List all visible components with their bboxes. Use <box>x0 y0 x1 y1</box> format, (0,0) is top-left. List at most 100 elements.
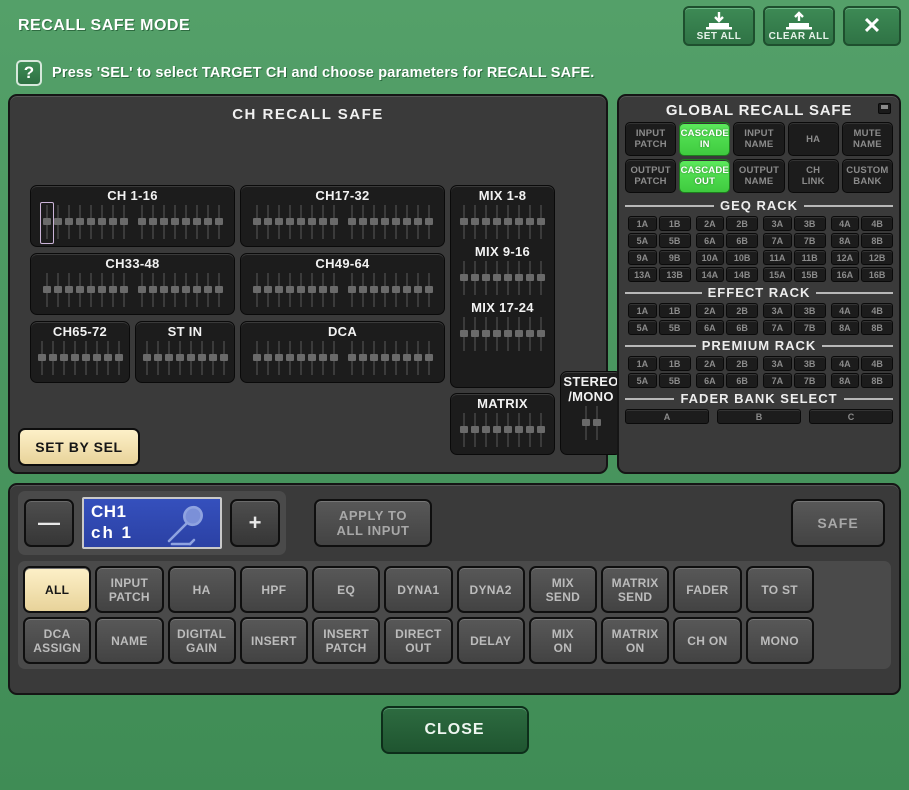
param-input-patch[interactable]: INPUT PATCH <box>95 566 164 613</box>
param-to-st[interactable]: TO ST <box>745 566 814 613</box>
fader[interactable] <box>492 413 503 447</box>
ch-group-dca[interactable]: DCA <box>240 321 445 383</box>
fader[interactable] <box>481 413 492 447</box>
geq-slot-8b[interactable]: 8B <box>861 233 893 248</box>
fader[interactable] <box>306 341 317 375</box>
fader[interactable] <box>503 317 514 351</box>
param-matrix-send[interactable]: MATRIX SEND <box>601 566 670 613</box>
fader[interactable] <box>107 273 118 307</box>
global-safe-output-patch[interactable]: OUTPUT PATCH <box>625 159 677 193</box>
fader[interactable] <box>412 205 423 239</box>
fader[interactable] <box>503 413 514 447</box>
ch-group-ch17-32[interactable]: CH17-32 <box>240 185 445 247</box>
geq-slot-10b[interactable]: 10B <box>726 250 758 265</box>
fader[interactable] <box>379 273 390 307</box>
fader[interactable] <box>213 273 224 307</box>
fader[interactable] <box>423 273 434 307</box>
fader[interactable] <box>459 205 470 239</box>
param-ha[interactable]: HA <box>167 566 236 613</box>
effect-slot-2a[interactable]: 2A <box>695 303 725 318</box>
fader[interactable] <box>368 205 379 239</box>
geq-slot-15b[interactable]: 15B <box>793 267 826 282</box>
fader[interactable] <box>423 341 434 375</box>
global-safe-ch-link[interactable]: CH LINK <box>787 159 839 193</box>
fader[interactable] <box>295 273 306 307</box>
fader[interactable] <box>379 341 390 375</box>
geq-slot-15a[interactable]: 15A <box>763 267 792 282</box>
ch-group-mix-9-16[interactable]: MIX 9-16 <box>451 242 554 298</box>
geq-slot-6b[interactable]: 6B <box>726 233 758 248</box>
geq-slot-16b[interactable]: 16B <box>861 267 893 282</box>
fader[interactable] <box>273 205 284 239</box>
param-insert[interactable]: INSERT <box>239 617 308 664</box>
fader[interactable] <box>141 341 152 375</box>
close-button[interactable]: CLOSE <box>380 706 529 754</box>
ch-group-ch65-72[interactable]: CH65-72 <box>30 321 130 383</box>
param-mix-send[interactable]: MIX SEND <box>528 566 597 613</box>
geq-slot-3a[interactable]: 3A <box>763 216 792 231</box>
fader[interactable] <box>284 205 295 239</box>
ch-group-ch33-48[interactable]: CH33-48 <box>30 253 235 315</box>
geq-slot-4a[interactable]: 4A <box>830 216 860 231</box>
effect-slot-7b[interactable]: 7B <box>793 320 826 335</box>
fader[interactable] <box>262 205 273 239</box>
fader[interactable] <box>368 341 379 375</box>
fader[interactable] <box>514 413 525 447</box>
fader[interactable] <box>63 273 74 307</box>
geq-slot-7b[interactable]: 7B <box>793 233 826 248</box>
geq-slot-12a[interactable]: 12A <box>830 250 860 265</box>
premium-slot-5a[interactable]: 5A <box>628 373 657 388</box>
effect-slot-7a[interactable]: 7A <box>763 320 792 335</box>
fader[interactable] <box>273 341 284 375</box>
global-safe-cascade-out[interactable]: CASCADE OUT <box>679 159 731 193</box>
fader[interactable] <box>346 205 357 239</box>
fader[interactable] <box>401 341 412 375</box>
fader[interactable] <box>262 273 273 307</box>
premium-slot-1a[interactable]: 1A <box>628 356 657 371</box>
fader[interactable] <box>470 413 481 447</box>
fader[interactable] <box>180 273 191 307</box>
fader[interactable] <box>357 273 368 307</box>
fader[interactable] <box>481 317 492 351</box>
fader[interactable] <box>136 205 147 239</box>
fader[interactable] <box>118 205 129 239</box>
fader[interactable] <box>85 273 96 307</box>
effect-slot-4a[interactable]: 4A <box>830 303 860 318</box>
premium-slot-3b[interactable]: 3B <box>793 356 826 371</box>
geq-slot-13a[interactable]: 13A <box>628 267 657 282</box>
ch-group-mix-17-24[interactable]: MIX 17-24 <box>451 298 554 354</box>
fader[interactable] <box>91 341 102 375</box>
fader[interactable] <box>492 317 503 351</box>
geq-slot-16a[interactable]: 16A <box>830 267 860 282</box>
param-all[interactable]: ALL <box>23 566 92 613</box>
global-safe-mute-name[interactable]: MUTE NAME <box>841 122 893 156</box>
fader[interactable] <box>251 341 262 375</box>
fader[interactable] <box>202 205 213 239</box>
param-delay[interactable]: DELAY <box>456 617 525 664</box>
fader[interactable] <box>357 205 368 239</box>
fader[interactable] <box>423 205 434 239</box>
fader[interactable] <box>74 205 85 239</box>
fader[interactable] <box>295 205 306 239</box>
fader-bank-b[interactable]: B <box>717 409 801 424</box>
geq-slot-12b[interactable]: 12B <box>861 250 893 265</box>
fader[interactable] <box>196 341 207 375</box>
global-safe-input-patch[interactable]: INPUT PATCH <box>625 122 677 156</box>
fader[interactable] <box>481 261 492 295</box>
fader[interactable] <box>459 261 470 295</box>
global-safe-output-name[interactable]: OUTPUT NAME <box>733 159 785 193</box>
geq-slot-5a[interactable]: 5A <box>628 233 657 248</box>
geq-slot-9b[interactable]: 9B <box>658 250 691 265</box>
ch-group-mix-1-8[interactable]: MIX 1-8 <box>451 186 554 242</box>
fader[interactable] <box>158 205 169 239</box>
fader-bank-c[interactable]: C <box>809 409 893 424</box>
fader[interactable] <box>52 273 63 307</box>
fader[interactable] <box>525 413 536 447</box>
global-safe-cascade-in[interactable]: CASCADE IN <box>679 122 731 156</box>
fader[interactable] <box>390 205 401 239</box>
fader[interactable] <box>118 273 129 307</box>
param-dca-assign[interactable]: DCA ASSIGN <box>23 617 92 664</box>
fader[interactable] <box>328 205 339 239</box>
geq-slot-13b[interactable]: 13B <box>658 267 691 282</box>
fader[interactable] <box>191 273 202 307</box>
